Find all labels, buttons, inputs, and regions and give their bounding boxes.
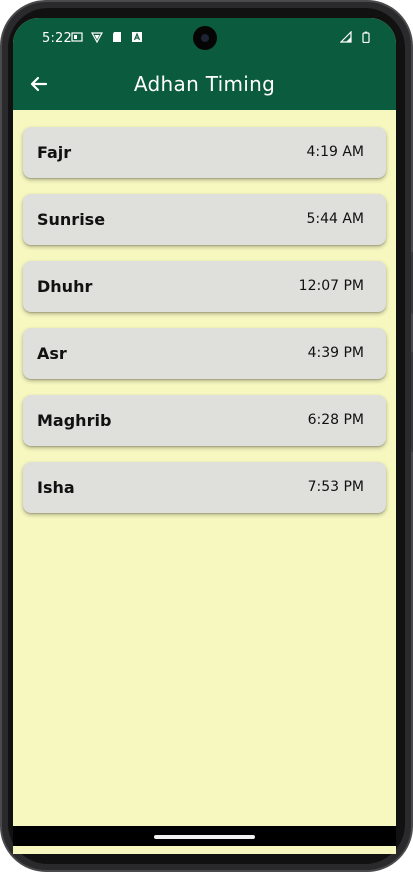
prayer-time: 4:19 AM — [306, 144, 364, 160]
status-time: 5:22 — [42, 31, 72, 46]
page-title: Adhan Timing — [133, 72, 276, 96]
prayer-time: 5:44 AM — [306, 211, 364, 227]
sd-card-icon — [111, 31, 123, 43]
prayer-name: Isha — [37, 478, 75, 497]
status-bar: 5:22 — [13, 18, 396, 60]
notification-icon — [71, 31, 83, 43]
prayer-time: 6:28 PM — [307, 412, 364, 428]
status-icons-left — [71, 31, 143, 44]
prayer-name: Sunrise — [37, 210, 106, 229]
prayer-card-fajr[interactable]: Fajr 4:19 AM — [23, 127, 386, 178]
home-indicator[interactable] — [154, 835, 255, 839]
prayer-card-dhuhr[interactable]: Dhuhr 12:07 PM — [23, 261, 386, 312]
prayer-card-maghrib[interactable]: Maghrib 6:28 PM — [23, 395, 386, 446]
prayer-time: 4:39 PM — [307, 345, 364, 361]
camera-cutout — [193, 26, 217, 50]
prayer-name: Fajr — [37, 143, 72, 162]
navigation-bar — [13, 826, 396, 846]
prayer-card-isha[interactable]: Isha 7:53 PM — [23, 462, 386, 513]
prayer-card-sunrise[interactable]: Sunrise 5:44 AM — [23, 194, 386, 245]
app-screen: 5:22 Adhan Timing Fajr 4:19 AM Sunrise 5… — [13, 18, 396, 854]
prayer-list: Fajr 4:19 AM Sunrise 5:44 AM Dhuhr 12:07… — [23, 127, 386, 529]
prayer-name: Maghrib — [37, 411, 112, 430]
signal-icon — [339, 30, 352, 43]
prayer-time: 12:07 PM — [298, 278, 364, 294]
battery-icon — [360, 31, 372, 44]
shield-icon — [90, 31, 104, 44]
app-bar: Adhan Timing — [13, 60, 396, 110]
prayer-name: Dhuhr — [37, 277, 93, 296]
prayer-time: 7:53 PM — [307, 479, 364, 495]
a-icon — [131, 31, 143, 43]
prayer-name: Asr — [37, 344, 67, 363]
prayer-card-asr[interactable]: Asr 4:39 PM — [23, 328, 386, 379]
status-icons-right — [339, 30, 372, 44]
